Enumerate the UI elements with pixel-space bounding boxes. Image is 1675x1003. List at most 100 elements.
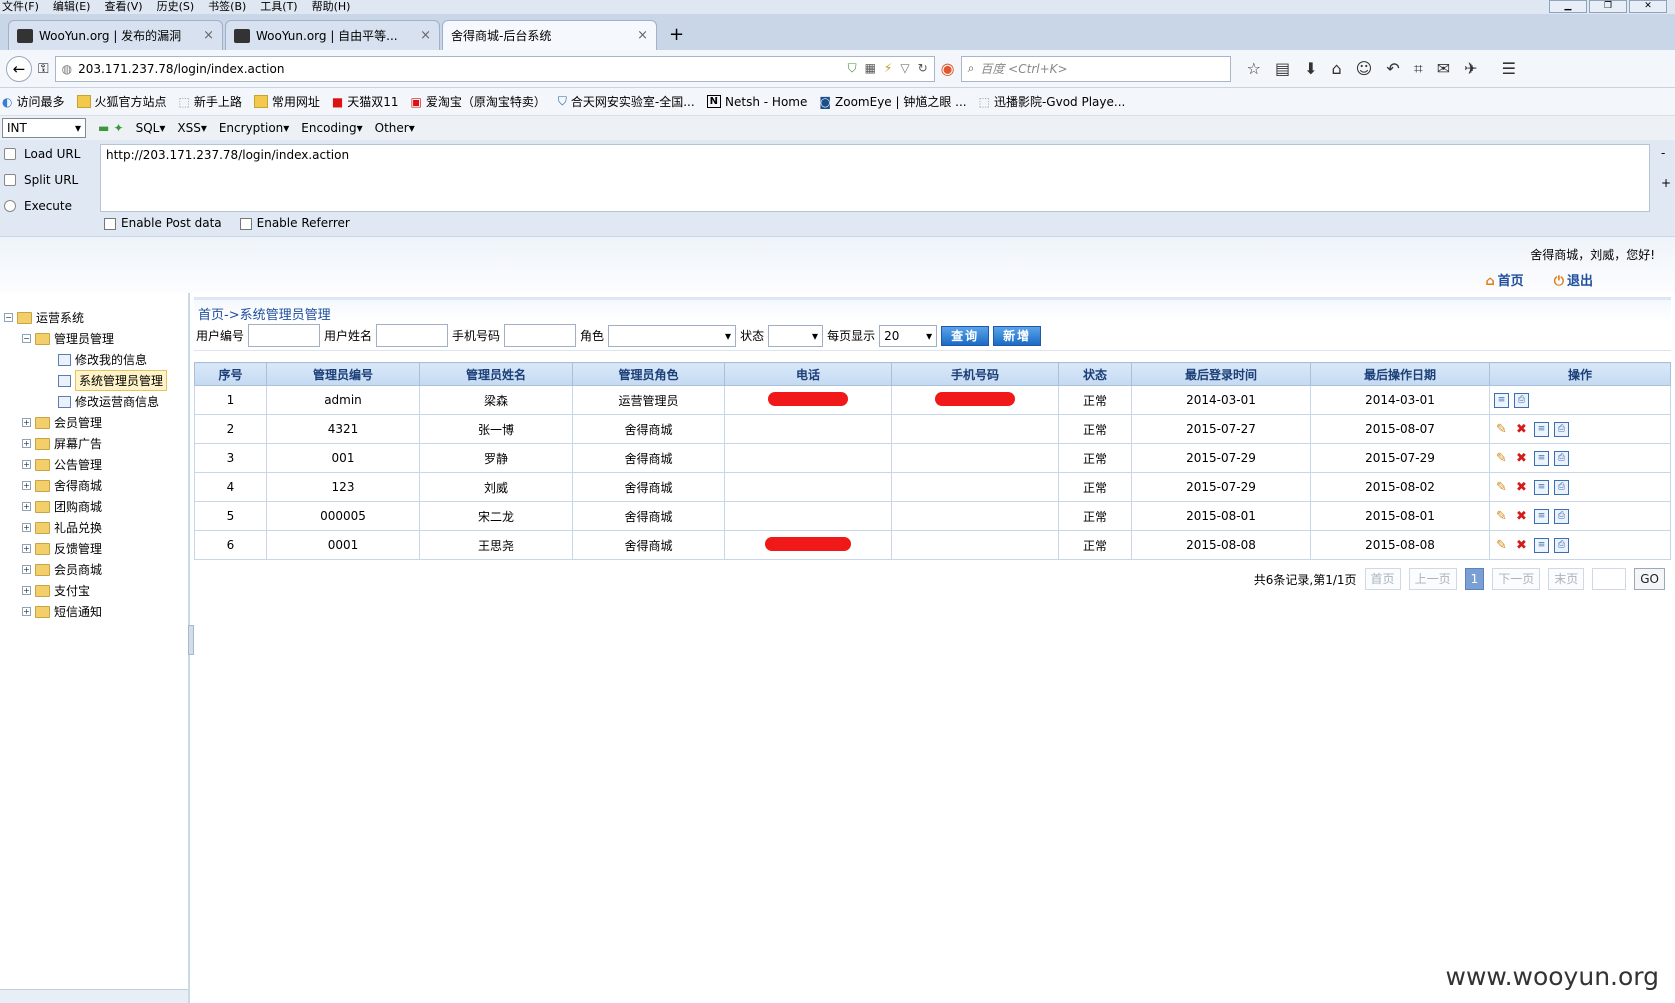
menu-encoding[interactable]: Encoding▾	[301, 121, 362, 135]
hackbar-type-select[interactable]: INT ▾	[2, 118, 86, 138]
bookmark-netsh[interactable]: N Netsh - Home	[706, 95, 807, 109]
bookmark-hetian[interactable]: ⛉ 合天网安实验室-全国...	[558, 93, 695, 110]
tree-member-mall[interactable]: + 会员商城	[0, 559, 188, 580]
add-button[interactable]: 新增	[993, 325, 1042, 346]
bookmark-common-sites[interactable]: 常用网址	[253, 93, 320, 110]
menu-tools[interactable]: 工具(T)	[260, 0, 297, 14]
home-icon[interactable]: ⌂	[1332, 59, 1342, 79]
expand-plus-button[interactable]: +	[1661, 176, 1671, 190]
reload-icon[interactable]: ↻	[918, 61, 928, 76]
crop-icon[interactable]: ⌗	[1414, 59, 1423, 79]
tab-close-icon[interactable]: ×	[420, 28, 431, 43]
query-button[interactable]: 查询	[941, 325, 990, 346]
expand-icon[interactable]: +	[22, 439, 31, 448]
tab-shede-admin[interactable]: 舍得商城-后台系统 ×	[442, 20, 657, 50]
user-name-input[interactable]	[376, 324, 449, 347]
extension-icon[interactable]: ✈	[1464, 59, 1477, 79]
dropdown-arrow-icon[interactable]: ▽	[900, 61, 909, 76]
view-details-icon[interactable]: ≡	[1534, 537, 1549, 553]
tree-sms-notify[interactable]: + 短信通知	[0, 601, 188, 622]
expand-icon[interactable]: +	[22, 607, 31, 616]
split-url-button[interactable]: Split URL	[4, 170, 100, 190]
load-url-button[interactable]: Load URL	[4, 144, 100, 164]
view-details-icon[interactable]: ≡	[1494, 392, 1509, 408]
expand-icon[interactable]: +	[22, 481, 31, 490]
tab-wooyun-bugs[interactable]: WooYun.org | 发布的漏洞 ×	[8, 20, 223, 50]
tree-notice-manage[interactable]: + 公告管理	[0, 454, 188, 475]
chat-icon[interactable]: ☺	[1356, 59, 1373, 79]
menu-help[interactable]: 帮助(H)	[312, 0, 351, 14]
enable-post-checkbox[interactable]: Enable Post data	[104, 216, 222, 230]
tree-alipay[interactable]: + 支付宝	[0, 580, 188, 601]
status-select[interactable]: ▾	[768, 324, 824, 347]
bookmark-tmall[interactable]: ■ 天猫双11	[332, 93, 399, 110]
print-icon[interactable]: ⎙	[1554, 537, 1569, 553]
menu-other[interactable]: Other▾	[375, 121, 415, 135]
minimize-icon[interactable]: ▁	[1549, 0, 1587, 13]
bookmark-zoomeye[interactable]: ◙ ZoomEye | 钟馗之眼 ...	[819, 93, 966, 110]
minus-plus-icon[interactable]: ▬ ✦	[98, 121, 124, 135]
per-page-select[interactable]: 20 ▾	[879, 324, 938, 347]
go-button[interactable]: GO	[1634, 568, 1665, 590]
tree-edit-operator-info[interactable]: 修改运营商信息	[0, 391, 188, 412]
expand-icon[interactable]: +	[22, 502, 31, 511]
delete-x-icon[interactable]: ✖	[1514, 480, 1529, 495]
current-page-button[interactable]: 1	[1464, 568, 1485, 590]
close-window-icon[interactable]: ✕	[1629, 0, 1667, 13]
tree-feedback[interactable]: + 反馈管理	[0, 538, 188, 559]
collapse-icon[interactable]: −	[22, 334, 31, 343]
tree-shede-mall[interactable]: + 舍得商城	[0, 475, 188, 496]
print-icon[interactable]: ⎙	[1554, 450, 1569, 466]
col-status[interactable]: 状态	[1058, 362, 1132, 386]
enable-referrer-checkbox[interactable]: Enable Referrer	[239, 216, 350, 230]
edit-pencil-icon[interactable]: ✎	[1494, 480, 1509, 495]
menu-xss[interactable]: XSS▾	[177, 121, 206, 135]
tab-close-icon[interactable]: ×	[637, 28, 648, 43]
tab-wooyun-free[interactable]: WooYun.org | 自由平等... ×	[225, 20, 440, 50]
bookmark-xunbo[interactable]: ⬚ 迅播影院-Gvod Playe...	[979, 93, 1126, 110]
menu-edit[interactable]: 编辑(E)	[53, 0, 91, 14]
view-details-icon[interactable]: ≡	[1534, 421, 1549, 437]
bookmark-aitaobao[interactable]: ▣ 爱淘宝（原淘宝特卖）	[411, 93, 546, 110]
menu-bookmarks[interactable]: 书签(B)	[208, 0, 246, 14]
print-icon[interactable]: ⎙	[1514, 392, 1529, 408]
phone-input[interactable]	[504, 324, 577, 347]
collapse-icon[interactable]: −	[4, 313, 13, 322]
delete-x-icon[interactable]: ✖	[1514, 509, 1529, 524]
col-last-op[interactable]: 最后操作日期	[1310, 362, 1490, 386]
qr-code-icon[interactable]: ▦	[865, 61, 876, 76]
user-id-input[interactable]	[248, 324, 321, 347]
tree-admin-group[interactable]: − 管理员管理	[0, 328, 188, 349]
tree-group-buy[interactable]: + 团购商城	[0, 496, 188, 517]
col-phone[interactable]: 电话	[724, 362, 892, 386]
tab-close-icon[interactable]: ×	[203, 28, 214, 43]
tree-member-manage[interactable]: + 会员管理	[0, 412, 188, 433]
col-admin-role[interactable]: 管理员角色	[572, 362, 725, 386]
menu-history[interactable]: 历史(S)	[157, 0, 195, 14]
col-admin-name[interactable]: 管理员姓名	[419, 362, 573, 386]
tree-gift-exchange[interactable]: + 礼品兑换	[0, 517, 188, 538]
expand-icon[interactable]: +	[22, 544, 31, 553]
delete-x-icon[interactable]: ✖	[1514, 451, 1529, 466]
expand-icon[interactable]: +	[22, 586, 31, 595]
bookmark-star-icon[interactable]: ☆	[1247, 59, 1261, 79]
shield-icon[interactable]: ⛉	[848, 61, 857, 76]
menu-sql[interactable]: SQL▾	[136, 121, 166, 135]
first-page-button[interactable]: 首页	[1364, 568, 1401, 590]
col-admin-id[interactable]: 管理员编号	[266, 362, 420, 386]
reading-list-icon[interactable]: ▤	[1275, 59, 1290, 79]
expand-icon[interactable]: +	[22, 418, 31, 427]
print-icon[interactable]: ⎙	[1554, 508, 1569, 524]
print-icon[interactable]: ⎙	[1554, 421, 1569, 437]
execute-button[interactable]: Execute	[4, 196, 100, 216]
undo-icon[interactable]: ↶	[1386, 59, 1399, 79]
edit-pencil-icon[interactable]: ✎	[1494, 509, 1509, 524]
prev-page-button[interactable]: 上一页	[1408, 568, 1457, 590]
tree-screen-ads[interactable]: + 屏幕广告	[0, 433, 188, 454]
tree-sys-admin-manage[interactable]: 系统管理员管理	[0, 370, 188, 391]
edit-pencil-icon[interactable]: ✎	[1494, 422, 1509, 437]
bookmark-getting-started[interactable]: ⬚ 新手上路	[179, 93, 242, 110]
view-details-icon[interactable]: ≡	[1534, 479, 1549, 495]
edit-pencil-icon[interactable]: ✎	[1494, 451, 1509, 466]
tree-root[interactable]: − 运营系统	[0, 307, 188, 328]
